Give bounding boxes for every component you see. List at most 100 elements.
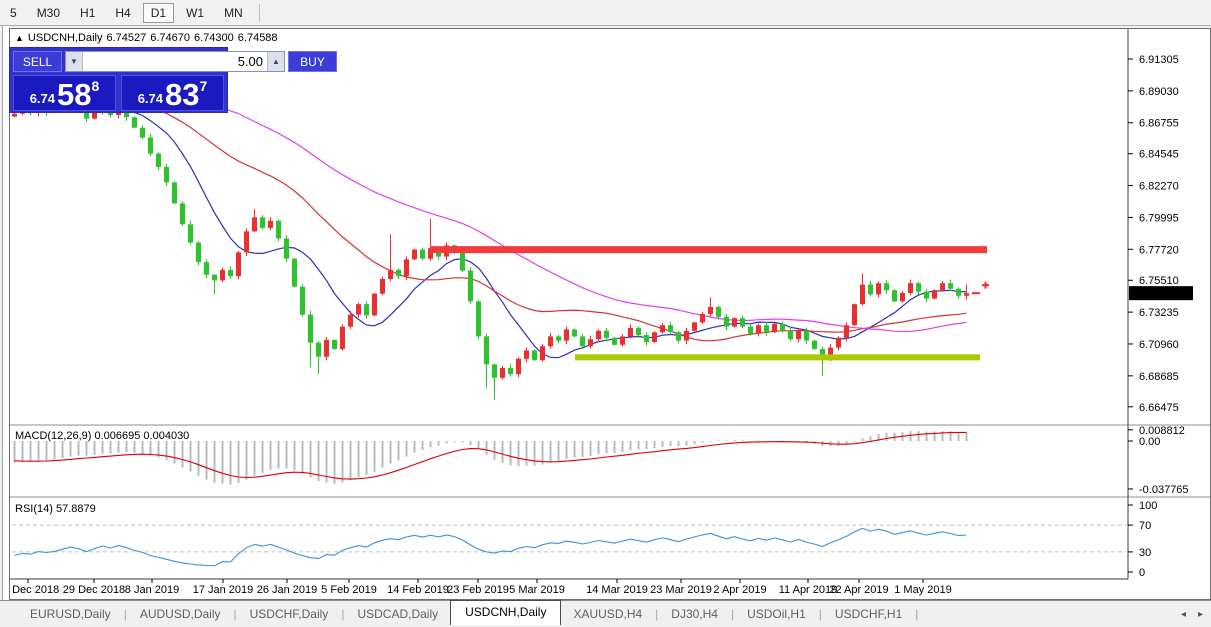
timeframe-button-h1[interactable]: H1 bbox=[72, 3, 103, 23]
tab-xauusd-h4[interactable]: XAUUSD,H4 bbox=[561, 603, 654, 625]
tab-usdchf-daily[interactable]: USDCHF,Daily bbox=[238, 603, 341, 625]
svg-text:26 Jan 2019: 26 Jan 2019 bbox=[257, 584, 318, 596]
candle-body bbox=[916, 283, 921, 291]
chart-tabbar: EURUSD,Daily|AUDUSD,Daily|USDCHF,Daily|U… bbox=[0, 600, 1211, 627]
candle-body bbox=[876, 283, 881, 294]
price-chart-surface[interactable]: 6.913056.890306.867556.845456.822706.799… bbox=[10, 29, 1210, 599]
tab-usdcnh-daily[interactable]: USDCNH,Daily bbox=[450, 600, 561, 625]
tab-audusd-daily[interactable]: AUDUSD,Daily bbox=[128, 603, 233, 625]
candle-body bbox=[292, 259, 297, 287]
rsi-indicator-label: RSI(14) 57.8879 bbox=[15, 503, 96, 515]
candle-body bbox=[692, 322, 697, 330]
candle-body bbox=[644, 335, 649, 342]
candle-body bbox=[172, 182, 177, 203]
ohlc-high: 6.74670 bbox=[150, 32, 190, 44]
candle-body bbox=[180, 203, 185, 224]
candle-body bbox=[236, 252, 241, 276]
timeframe-button-h4[interactable]: H4 bbox=[107, 3, 138, 23]
candle-body bbox=[276, 221, 281, 239]
rsi-name: RSI(14) bbox=[15, 503, 53, 515]
timeframe-button-d1[interactable]: D1 bbox=[143, 3, 174, 23]
buy-button[interactable]: BUY bbox=[288, 51, 337, 72]
tab-separator: | bbox=[819, 607, 822, 621]
svg-text:6.73235: 6.73235 bbox=[1139, 307, 1179, 319]
candle-body bbox=[612, 338, 617, 345]
volume-increase-button[interactable]: ▲ bbox=[267, 52, 284, 71]
chart-title: ▲USDCNH,Daily6.745276.746706.743006.7458… bbox=[15, 32, 282, 44]
rsi-level-lines bbox=[12, 525, 1128, 552]
sell-button[interactable]: SELL bbox=[13, 51, 62, 72]
tab-separator: | bbox=[655, 607, 658, 621]
rsi-axis[interactable]: 10070300 bbox=[1128, 500, 1157, 579]
candle-body bbox=[284, 238, 289, 258]
buy-price-prefix: 6.74 bbox=[138, 91, 163, 106]
macd-axis[interactable]: 0.0088120.00-0.037765 bbox=[1128, 425, 1189, 496]
svg-text:6.89030: 6.89030 bbox=[1139, 86, 1179, 98]
svg-text:2 Apr 2019: 2 Apr 2019 bbox=[713, 584, 766, 596]
sell-price-display[interactable]: 6.74588 bbox=[13, 75, 116, 111]
candle-body bbox=[556, 336, 561, 340]
ohlc-close: 6.74588 bbox=[238, 32, 278, 44]
tab-scroll-left-icon[interactable]: ◂ bbox=[1181, 609, 1186, 620]
candle-body bbox=[404, 259, 409, 276]
candle-body bbox=[308, 315, 313, 343]
svg-text:14 Feb 2019: 14 Feb 2019 bbox=[387, 584, 449, 596]
timeframe-button-w1[interactable]: W1 bbox=[178, 3, 212, 23]
volume-decrease-button[interactable]: ▼ bbox=[66, 52, 83, 71]
candle-body bbox=[716, 307, 721, 317]
tab-dj30-h4[interactable]: DJ30,H4 bbox=[659, 603, 730, 625]
tab-usdcad-daily[interactable]: USDCAD,Daily bbox=[345, 603, 450, 625]
timeframe-button-mn[interactable]: MN bbox=[216, 3, 251, 23]
window-left-frame bbox=[2, 26, 9, 600]
candle-body bbox=[220, 270, 225, 281]
macd-values: 0.006695 0.004030 bbox=[94, 430, 189, 442]
candle-body bbox=[228, 270, 233, 276]
triangle-down-icon: ▼ bbox=[70, 57, 78, 66]
svg-text:100: 100 bbox=[1139, 500, 1157, 512]
candle-body bbox=[196, 243, 201, 263]
candle-body bbox=[812, 341, 817, 349]
candle-body bbox=[860, 285, 865, 305]
svg-text:6.74588: 6.74588 bbox=[1139, 288, 1179, 300]
tab-separator: | bbox=[234, 607, 237, 621]
timeframe-button-m30[interactable]: M30 bbox=[29, 3, 68, 23]
svg-text:0: 0 bbox=[1139, 567, 1145, 579]
svg-text:6.68685: 6.68685 bbox=[1139, 371, 1179, 383]
collapse-panel-icon[interactable]: ▲ bbox=[15, 33, 24, 43]
svg-text:20 Dec 2018: 20 Dec 2018 bbox=[10, 584, 59, 596]
buy-price-display[interactable]: 6.74837 bbox=[121, 75, 224, 111]
candle-body bbox=[380, 279, 385, 294]
tab-usdchf-h1[interactable]: USDCHF,H1 bbox=[823, 603, 914, 625]
candle-body bbox=[732, 318, 737, 326]
time-axis[interactable]: 20 Dec 201829 Dec 20188 Jan 201917 Jan 2… bbox=[10, 579, 952, 596]
price-axis[interactable]: 6.913056.890306.867556.845456.822706.799… bbox=[1128, 54, 1193, 414]
volume-input[interactable] bbox=[83, 52, 267, 71]
candle-body bbox=[156, 154, 161, 167]
candle-body bbox=[636, 328, 641, 335]
candle-body bbox=[764, 325, 769, 332]
svg-text:0.00: 0.00 bbox=[1139, 436, 1160, 448]
candle-body bbox=[92, 113, 97, 119]
candle-body bbox=[540, 346, 545, 360]
candle-body bbox=[132, 117, 137, 128]
candle-body bbox=[788, 331, 793, 339]
candle-body bbox=[932, 290, 937, 298]
triangle-up-icon: ▲ bbox=[272, 57, 280, 66]
svg-text:6.82270: 6.82270 bbox=[1139, 181, 1179, 193]
candle-body bbox=[580, 336, 585, 346]
timeframe-button-5[interactable]: 5 bbox=[2, 3, 25, 23]
tab-eurusd-daily[interactable]: EURUSD,Daily bbox=[18, 603, 123, 625]
timeframe-toolbar: 5M30H1H4D1W1MN bbox=[0, 0, 1211, 26]
svg-text:6.66475: 6.66475 bbox=[1139, 402, 1179, 414]
candle-body bbox=[348, 315, 353, 327]
candle-body bbox=[724, 317, 729, 327]
tab-usdoil-h1[interactable]: USDOil,H1 bbox=[735, 603, 818, 625]
candle-body bbox=[500, 368, 505, 378]
candle-body bbox=[420, 250, 425, 259]
candle-body bbox=[468, 271, 473, 302]
one-click-trading-panel: SELL ▼ ▲ BUY 6.74588 6.74837 bbox=[9, 47, 228, 113]
svg-text:6.91305: 6.91305 bbox=[1139, 54, 1179, 66]
buy-price-big-digits: 83 bbox=[165, 82, 199, 109]
buy-price-superscript: 7 bbox=[200, 78, 208, 94]
tab-scroll-right-icon[interactable]: ▸ bbox=[1198, 609, 1203, 620]
